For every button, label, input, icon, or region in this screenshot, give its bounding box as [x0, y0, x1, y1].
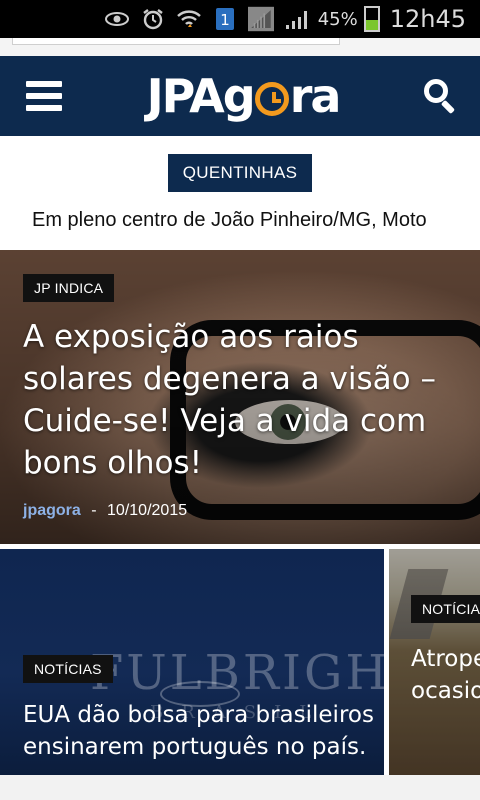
- sim-icon: 1: [212, 6, 238, 32]
- meta-separator: -: [91, 502, 97, 519]
- status-icons: 1: [104, 6, 310, 32]
- eye-icon: [104, 6, 130, 32]
- alarm-icon: [140, 6, 166, 32]
- category-tag[interactable]: NOTÍCIAS: [23, 655, 113, 683]
- article-card-content: NOTÍCIAS Atrope próxim ocasio adoles: [411, 595, 480, 707]
- category-tag[interactable]: JP INDICA: [23, 274, 115, 302]
- site-logo[interactable]: JPAg ra: [146, 69, 342, 123]
- featured-article-title[interactable]: A exposição aos raios solares degenera a…: [23, 316, 460, 484]
- clock-time: 12h45: [389, 5, 466, 33]
- wifi-icon: [176, 6, 202, 32]
- logo-suffix: ra: [289, 69, 342, 123]
- search-icon[interactable]: [424, 79, 458, 115]
- battery-percent: 45%: [317, 8, 358, 30]
- article-card-content: NOTÍCIAS EUA dão bolsa para brasileiros …: [23, 655, 374, 763]
- status-bar: 1 45% 12h45: [0, 0, 480, 38]
- page-bottom: [0, 775, 480, 800]
- article-card[interactable]: FULBRIGHT BRASIL NOTÍCIAS EUA dão bolsa …: [0, 549, 384, 775]
- browser-strip: [0, 38, 480, 56]
- hamburger-menu-icon[interactable]: [26, 81, 62, 111]
- article-card-title[interactable]: EUA dão bolsa para brasileiros ensinarem…: [23, 699, 374, 763]
- news-ticker: QUENTINHAS Em pleno centro de João Pinhe…: [0, 136, 480, 250]
- battery-icon: [363, 6, 380, 32]
- article-card[interactable]: NOTÍCIAS Atrope próxim ocasio adoles: [389, 549, 480, 775]
- featured-article[interactable]: JP INDICA A exposição aos raios solares …: [0, 250, 480, 544]
- ticker-headline[interactable]: Em pleno centro de João Pinheiro/MG, Mot…: [0, 209, 480, 232]
- article-card-title[interactable]: Atrope próxim ocasio adoles: [411, 643, 480, 707]
- sim-badge: 1: [220, 11, 230, 29]
- no-signal-icon: [247, 6, 274, 32]
- featured-article-content: JP INDICA A exposição aos raios solares …: [23, 274, 460, 520]
- clock-logo-icon: [254, 82, 289, 116]
- article-date: 10/10/2015: [107, 502, 188, 519]
- ticker-badge: QUENTINHAS: [167, 154, 313, 192]
- site-header: JPAg ra: [0, 56, 480, 136]
- signal-icon: [284, 6, 310, 32]
- logo-prefix: JPAg: [146, 69, 256, 123]
- category-tag[interactable]: NOTÍCIAS: [411, 595, 480, 623]
- article-meta: jpagora - 10/10/2015: [23, 502, 460, 520]
- article-author[interactable]: jpagora: [23, 502, 81, 519]
